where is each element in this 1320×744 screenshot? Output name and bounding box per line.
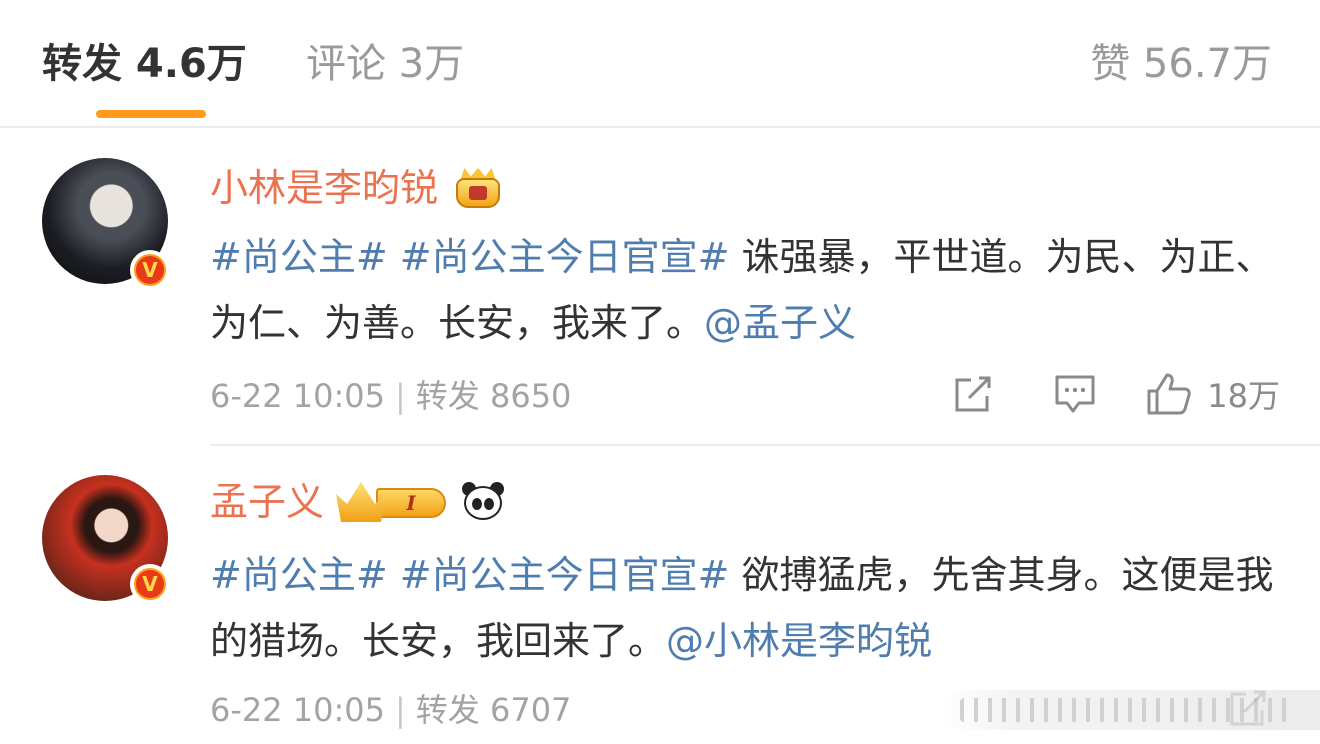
comment-icon <box>1055 375 1095 413</box>
share-button[interactable] <box>941 366 1005 422</box>
meta-separator: | <box>395 377 406 415</box>
like-count: 18万 <box>1207 377 1280 415</box>
repost-count: 转发 8650 <box>415 377 572 415</box>
hashtag-link[interactable]: #尚公主# <box>210 553 388 597</box>
post-text: #尚公主# #尚公主今日官宣# 欲搏猛虎，先舍其身。这便是我的猎场。长安，我回来… <box>210 542 1290 674</box>
post-text: #尚公主# #尚公主今日官宣# 诛强暴，平世道。为民、为正、为仁、为善。长安，我… <box>210 224 1290 356</box>
name-row: 小林是李昀锐 <box>210 160 504 216</box>
repost-count: 转发 6707 <box>415 691 572 729</box>
crown-badge-icon[interactable] <box>450 166 504 210</box>
mention-link[interactable]: @孟子义 <box>704 301 856 345</box>
post-meta: 6-22 10:05 | 转发 8650 <box>210 374 571 418</box>
timestamp: 6-22 10:05 <box>210 691 386 729</box>
meta-separator: | <box>395 691 406 729</box>
like-button[interactable]: 18万 <box>1145 371 1280 417</box>
hashtag-link[interactable]: #尚公主今日官宣# <box>400 235 730 279</box>
comment-button[interactable] <box>1043 366 1107 422</box>
share-icon <box>955 376 991 412</box>
vip-level: I <box>376 488 447 518</box>
action-bar: 18万 <box>941 366 1280 422</box>
tab-comment[interactable]: 评论 3万 <box>306 36 464 92</box>
tab-bar: 转发 4.6万 评论 3万 赞 56.7万 <box>0 0 1320 128</box>
active-tab-indicator <box>96 110 206 118</box>
hashtag-link[interactable]: #尚公主# <box>210 235 388 279</box>
verified-badge-icon: V <box>130 250 170 290</box>
tab-repost[interactable]: 转发 4.6万 <box>42 36 247 92</box>
watermark <box>940 690 1320 730</box>
username[interactable]: 孟子义 <box>210 474 324 530</box>
mention-link[interactable]: @小林是李昀锐 <box>666 619 932 663</box>
thumbs-up-icon <box>1147 373 1192 415</box>
timestamp: 6-22 10:05 <box>210 377 386 415</box>
username[interactable]: 小林是李昀锐 <box>210 160 438 216</box>
hashtag-link[interactable]: #尚公主今日官宣# <box>400 553 730 597</box>
post-meta: 6-22 10:05 | 转发 6707 <box>210 688 571 732</box>
name-row: 孟子义 I <box>210 474 506 530</box>
repost-item: V 小林是李昀锐 #尚公主# #尚公主今日官宣# 诛强暴，平世道。为民、为正、为… <box>0 128 1320 446</box>
verified-badge-icon: V <box>130 564 170 604</box>
panda-icon <box>460 480 506 524</box>
tab-like[interactable]: 赞 56.7万 <box>1090 36 1272 92</box>
vip-level-badge-icon[interactable]: I <box>336 480 452 524</box>
